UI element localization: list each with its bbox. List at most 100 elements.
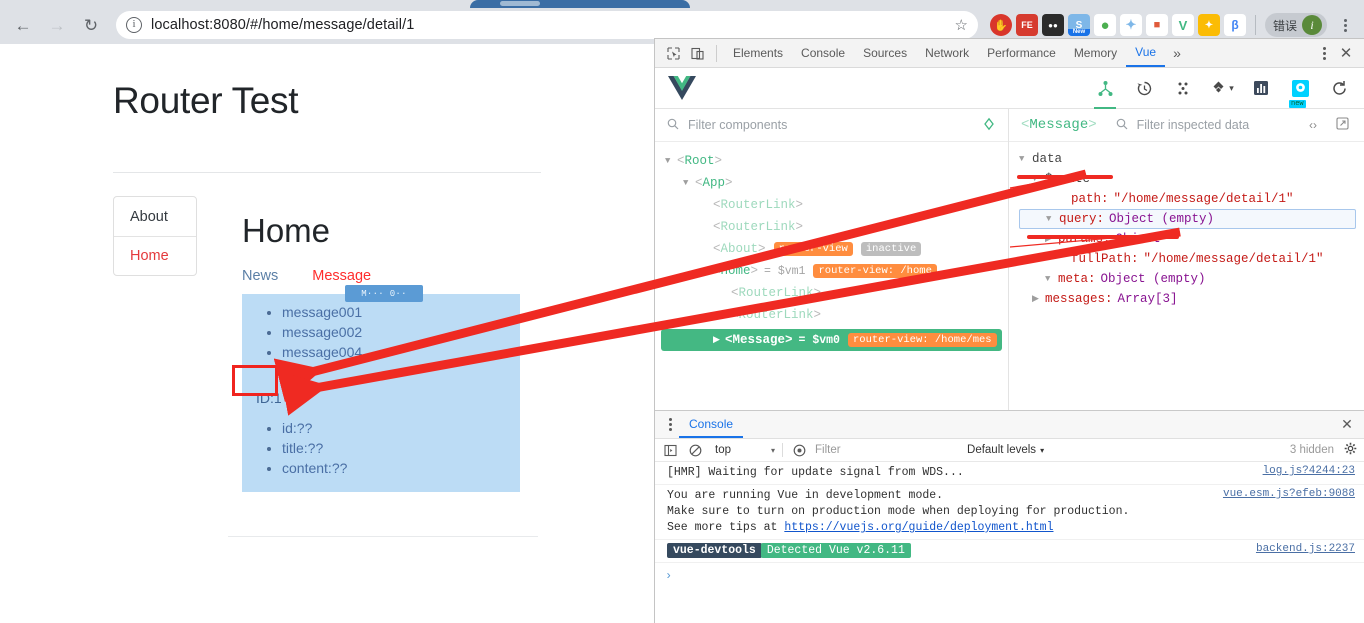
list-item[interactable]: message001 (282, 302, 520, 322)
chevron-down-icon[interactable]: ▼ (665, 156, 677, 166)
site-info-icon[interactable]: i (126, 17, 142, 33)
translate-extension-icon[interactable]: ✦ (1197, 14, 1220, 36)
console-context-select[interactable]: top ▾ (711, 444, 775, 456)
inspect-element-icon[interactable] (661, 42, 685, 64)
console-levels-select[interactable]: Default levels ▾ (967, 444, 1044, 456)
console-message-source[interactable]: vue.esm.js?efeb:9088 (1223, 488, 1355, 536)
adblock-extension-icon[interactable]: ✋ (989, 14, 1012, 36)
drawer-kebab-menu-icon[interactable] (661, 415, 679, 435)
chevron-down-icon[interactable]: ▼ (701, 266, 713, 276)
inspector-key: path: (1071, 192, 1109, 206)
feedly-extension-icon[interactable]: FE (1015, 14, 1038, 36)
deployment-guide-link[interactable]: https://vuejs.org/guide/deployment.html (784, 521, 1053, 534)
performance-tab-icon[interactable] (1248, 73, 1274, 103)
vue-extension-icon[interactable]: V (1171, 14, 1194, 36)
inspector-filter-bar: <Message> Filter inspected data ‹› (1009, 109, 1364, 142)
list-item[interactable]: message004 (282, 342, 520, 362)
list-item[interactable]: message002 (282, 322, 520, 342)
nav-item-home[interactable]: Home (114, 236, 196, 275)
tree-node-home[interactable]: ▼ < Home > = $vm1 router-view: /home (655, 260, 1008, 282)
inspector-row[interactable]: ▼ data (1019, 149, 1364, 169)
code-icon[interactable]: ‹› (1303, 118, 1323, 132)
chevron-down-icon[interactable]: ▼ (1019, 154, 1032, 164)
console-message-source[interactable]: log.js?4244:23 (1263, 465, 1355, 481)
inspector-row[interactable]: ▶ messages: Array[3] (1019, 289, 1364, 309)
tree-node-root[interactable]: ▼ < Root > (655, 150, 1008, 172)
inspector-row[interactable]: ▼ $route (1019, 169, 1364, 189)
console-prompt[interactable]: › (655, 563, 1364, 589)
inspector-row[interactable]: path: "/home/message/detail/1" (1019, 189, 1364, 209)
toolbar-divider (1254, 15, 1256, 35)
drawer-tab-console[interactable]: Console (679, 411, 744, 438)
tampermonkey-extension-icon[interactable]: ●● (1041, 14, 1064, 36)
more-tabs-icon[interactable]: » (1165, 45, 1189, 61)
bird-extension-icon[interactable]: ✦ (1119, 14, 1142, 36)
tab-news[interactable]: News (242, 268, 278, 284)
tree-node-routerlink[interactable]: < RouterLink > (655, 282, 1008, 304)
back-arrow-icon[interactable]: ← (8, 10, 38, 40)
nav-item-about[interactable]: About (114, 197, 196, 236)
chevron-right-icon[interactable]: ▶ (1032, 294, 1045, 304)
star-outline-icon[interactable]: ☆ (955, 16, 968, 34)
tab-vue[interactable]: Vue (1126, 39, 1166, 67)
bluetooth-extension-icon[interactable]: β (1223, 14, 1246, 36)
tree-node-message[interactable]: ▶ < Message > = $vm0 router-view: /home/me… (661, 329, 1002, 351)
live-expression-icon[interactable] (790, 441, 808, 459)
show-console-sidebar-icon[interactable] (661, 441, 679, 459)
refresh-button-icon[interactable] (1326, 73, 1352, 103)
kebab-menu-icon[interactable] (1334, 12, 1356, 38)
chevron-down-icon[interactable]: ▼ (683, 178, 695, 188)
inspector-row[interactable]: fullPath: "/home/message/detail/1" (1019, 249, 1364, 269)
page-title: Router Test (113, 80, 299, 121)
gear-icon[interactable] (1341, 442, 1359, 458)
inspector-value: Object (empty) (1109, 212, 1215, 226)
close-icon[interactable]: ✕ (1335, 415, 1359, 435)
open-in-editor-icon[interactable] (1332, 117, 1352, 133)
chevron-down-icon[interactable]: ▼ (1045, 274, 1058, 284)
tab-performance[interactable]: Performance (978, 39, 1065, 67)
chevron-down-icon[interactable]: ▼ (1046, 214, 1059, 224)
inspector-key: data (1032, 152, 1063, 166)
hidden-messages-count[interactable]: 3 hidden (1290, 444, 1334, 456)
address-bar[interactable]: i localhost:8080/#/home/message/detail/1… (116, 11, 978, 39)
chevron-right-icon[interactable]: ▶ (713, 335, 725, 345)
inspector-filter-input[interactable]: Filter inspected data (1137, 118, 1294, 132)
profile-chip[interactable]: 错误 i (1264, 13, 1327, 37)
device-toolbar-icon[interactable] (685, 42, 709, 64)
inactive-badge: inactive (860, 242, 922, 256)
console-message: [HMR] Waiting for update signal from WDS… (655, 462, 1364, 485)
lion-extension-icon[interactable]: ■ (1145, 14, 1168, 36)
screenshot-extension-icon[interactable]: S New (1067, 14, 1090, 36)
console-filter-input[interactable]: Filter (815, 444, 960, 456)
timeline-tab-icon[interactable] (1131, 73, 1157, 103)
component-filter-input[interactable]: Filter components (688, 118, 973, 132)
target-icon[interactable] (982, 117, 996, 134)
tree-node-app[interactable]: ▼ < App > (655, 172, 1008, 194)
tab-console[interactable]: Console (792, 39, 854, 67)
inspector-row[interactable]: ▼ meta: Object (empty) (1019, 269, 1364, 289)
clear-console-icon[interactable] (686, 441, 704, 459)
evernote-extension-icon[interactable]: ● (1093, 14, 1116, 36)
tab-elements[interactable]: Elements (724, 39, 792, 67)
console-message-text: [HMR] Waiting for update signal from WDS… (667, 466, 964, 479)
tab-message[interactable]: Message (312, 268, 371, 284)
chevron-down-icon[interactable]: ▾ (1229, 83, 1234, 94)
tab-sources[interactable]: Sources (854, 39, 916, 67)
vuex-tab-icon[interactable] (1170, 73, 1196, 103)
console-message-source[interactable]: backend.js:2237 (1256, 543, 1355, 559)
tab-network[interactable]: Network (916, 39, 978, 67)
settings-tab-icon[interactable]: new (1287, 73, 1313, 108)
inspector-row[interactable]: ▼ query: Object (empty) (1019, 209, 1356, 229)
tree-node-about[interactable]: < About > router-view inactive (655, 238, 1008, 260)
tab-memory[interactable]: Memory (1065, 39, 1126, 67)
components-tab-icon[interactable] (1092, 73, 1118, 109)
routing-tab-icon[interactable]: ▾ (1209, 73, 1235, 103)
reload-icon[interactable]: ↻ (76, 10, 106, 40)
tree-node-routerlink[interactable]: < RouterLink > (655, 304, 1008, 326)
tree-node-routerlink[interactable]: < RouterLink > (655, 194, 1008, 216)
forward-arrow-icon[interactable]: → (42, 10, 72, 40)
inspector-row[interactable]: ▶ params: Object (1019, 229, 1364, 249)
tree-node-routerlink[interactable]: < RouterLink > (655, 216, 1008, 238)
devtools-kebab-menu-icon[interactable] (1314, 42, 1334, 64)
close-icon[interactable]: ✕ (1334, 42, 1358, 64)
